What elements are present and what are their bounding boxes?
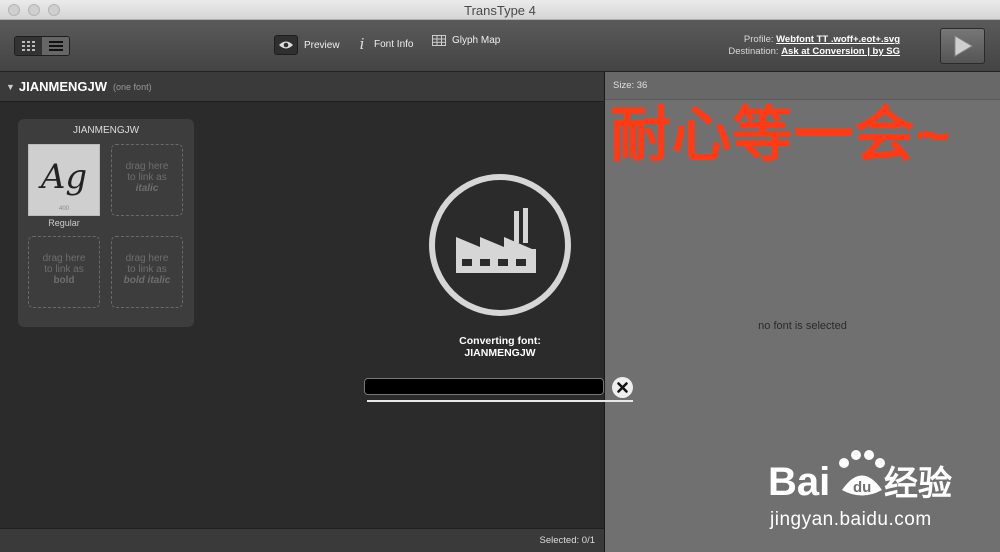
destination-link[interactable]: Ask at Conversion | by SG <box>781 46 900 57</box>
empty-preview-message: no font is selected <box>758 320 847 332</box>
disclosure-triangle-icon[interactable]: ▼ <box>6 82 15 92</box>
svg-text:du: du <box>853 479 871 496</box>
drop-line-1: drag here <box>42 253 86 264</box>
family-count: (one font) <box>113 81 152 92</box>
font-info-label: Font Info <box>374 38 414 50</box>
profile-link[interactable]: Webfont TT .woff+.eot+.svg <box>776 34 900 45</box>
progress-underline <box>367 400 633 402</box>
conversion-status: Converting font: JIANMENGJW <box>400 335 600 359</box>
grid-icon <box>21 41 35 51</box>
group-title: JIANMENGJW <box>72 125 140 136</box>
font-group-card: JIANMENGJW Ag 400 Regular drag here to l… <box>18 119 194 327</box>
drop-zone-bold[interactable]: drag here to link as bold <box>28 236 100 308</box>
list-icon <box>48 41 63 51</box>
watermark-brand-latin: Bai <box>768 460 830 504</box>
baidu-watermark: Bai 经验 du <box>768 450 952 504</box>
watermark-brand-cn: 经验 <box>884 464 952 504</box>
glyph-map-button[interactable]: Glyph Map <box>432 35 500 46</box>
convert-button[interactable] <box>940 28 985 64</box>
drop-style-label: italic <box>135 183 159 194</box>
glyph-map-icon <box>432 35 446 46</box>
watermark-url: jingyan.baidu.com <box>770 509 932 530</box>
conversion-font-name: JIANMENGJW <box>464 347 536 359</box>
close-icon <box>617 382 628 393</box>
grid-view-button[interactable] <box>15 37 42 55</box>
glyph-map-label: Glyph Map <box>452 35 501 46</box>
annotation-text: 耐心等一会~ <box>610 101 952 168</box>
size-bar: Size: 36 <box>605 72 1000 100</box>
preview-size[interactable]: Size: 36 <box>613 80 647 91</box>
destination-label: Destination: <box>728 46 779 57</box>
drop-style-label: bold <box>53 275 75 286</box>
profile-destination-info: Profile: Webfont TT .woff+.eot+.svg Dest… <box>728 34 900 58</box>
toolbar: Preview i Font Info Glyph Map Profile: W… <box>0 20 1000 72</box>
conversion-label: Converting font: <box>459 335 541 347</box>
drop-line-2: to link as <box>127 264 167 275</box>
font-info-button[interactable]: i Font Info <box>356 35 414 53</box>
font-sample-glyph: Ag <box>40 157 88 197</box>
drop-zone-italic[interactable]: drag here to link as italic <box>111 144 183 216</box>
list-view-button[interactable] <box>42 37 69 55</box>
window-title: TransType 4 <box>464 3 536 18</box>
font-style-caption: Regular <box>48 218 80 228</box>
font-family-header[interactable]: ▼ JIANMENGJW (one font) <box>0 72 605 102</box>
view-mode-toggle <box>14 36 70 56</box>
family-name: JIANMENGJW <box>18 79 108 94</box>
selected-count: Selected: 0/1 <box>539 535 595 546</box>
drop-zone-bold-italic[interactable]: drag here to link as bold italic <box>111 236 183 308</box>
drop-style-label: bold italic <box>123 275 171 286</box>
cancel-conversion-button[interactable] <box>612 377 633 398</box>
drop-line-2: to link as <box>44 264 84 275</box>
panel-divider[interactable] <box>604 72 605 552</box>
drop-line-2: to link as <box>127 172 167 183</box>
eye-icon <box>274 35 298 55</box>
info-icon: i <box>359 35 365 53</box>
font-weight-value: 400 <box>58 206 69 212</box>
drop-line-1: drag here <box>125 253 169 264</box>
profile-label: Profile: <box>743 34 774 45</box>
preview-button[interactable]: Preview <box>274 35 340 55</box>
title-bar: TransType 4 <box>0 0 1000 20</box>
preview-label: Preview <box>304 39 340 51</box>
font-tile-regular[interactable]: Ag 400 <box>28 144 100 216</box>
progress-fill <box>365 379 603 394</box>
conversion-progress-bar <box>364 378 604 395</box>
status-bar: Selected: 0/1 <box>0 528 605 552</box>
factory-icon <box>429 174 571 316</box>
play-icon <box>954 35 973 57</box>
drop-line-1: drag here <box>125 161 169 172</box>
